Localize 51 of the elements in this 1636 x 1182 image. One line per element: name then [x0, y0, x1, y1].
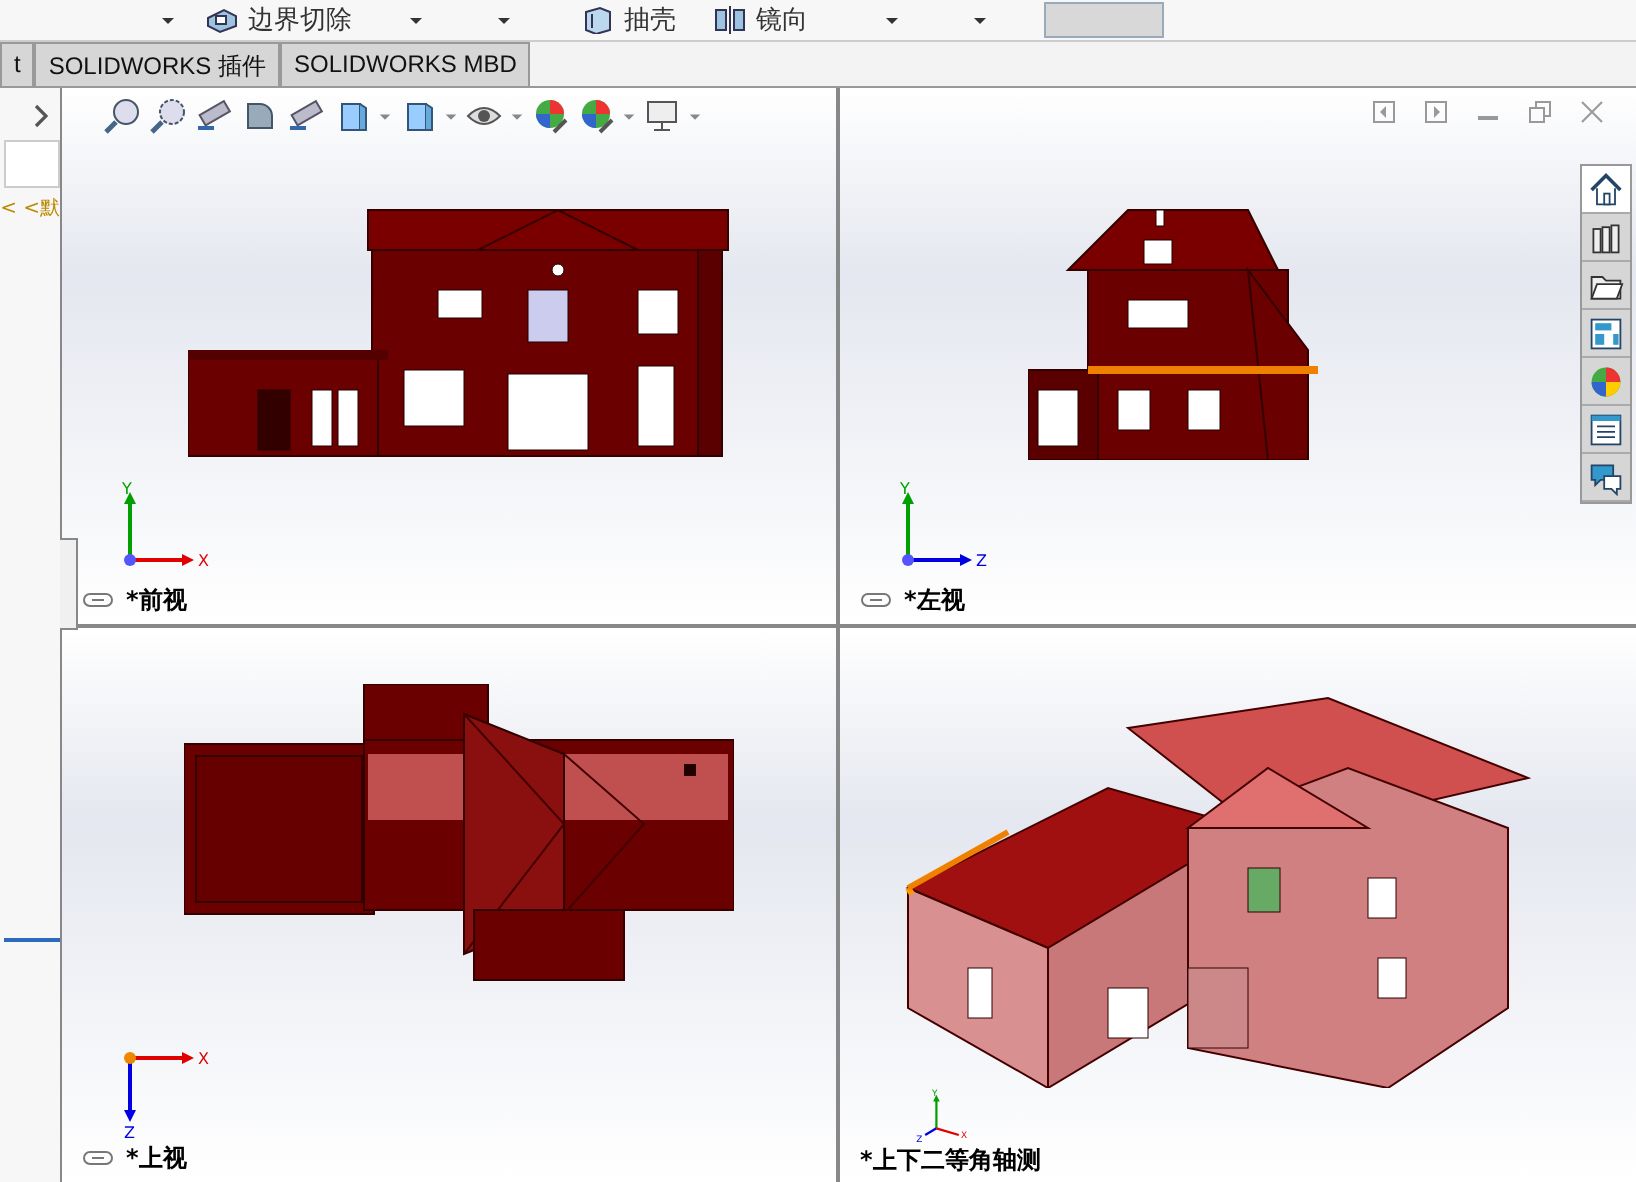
view-name: *左视	[904, 583, 965, 617]
ribbon-tab[interactable]: SOLIDWORKS MBD	[280, 42, 531, 86]
panel-layout-icon	[1588, 315, 1624, 351]
viewport[interactable]: Y X *前视	[62, 88, 836, 624]
task-pane-tab[interactable]	[1582, 454, 1630, 502]
configuration-text: < <默	[0, 196, 60, 222]
chevron-right-icon[interactable]	[32, 104, 48, 128]
next-panel-icon[interactable]	[1424, 100, 1448, 124]
view-name: *前视	[126, 583, 187, 617]
view-name: *上视	[126, 1141, 187, 1175]
filter-field[interactable]	[4, 140, 60, 188]
caret-icon[interactable]	[160, 15, 176, 25]
dashed-magnifier-icon[interactable]	[148, 96, 188, 136]
mirror-icon	[712, 6, 748, 34]
chain-link-icon[interactable]	[82, 1150, 114, 1166]
panel-splitter-handle[interactable]	[60, 538, 78, 630]
task-pane-tab[interactable]	[1582, 214, 1630, 262]
cut-block-icon	[204, 6, 240, 34]
previous-panel-icon[interactable]	[1372, 100, 1396, 124]
axis-triad-drawing: Y Z	[892, 480, 992, 580]
magnifier-icon[interactable]	[102, 96, 142, 136]
caret-icon[interactable]	[496, 15, 512, 25]
panel-divider-line	[4, 938, 60, 942]
house-icon	[1588, 171, 1624, 207]
close-icon[interactable]	[1580, 100, 1604, 124]
boundary-cut-button[interactable]: 边界切除	[196, 2, 360, 38]
restore-icon[interactable]	[1528, 100, 1552, 124]
task-pane-tab[interactable]	[1582, 310, 1630, 358]
axis-triad-drawing: Z X	[114, 1038, 214, 1138]
hollow-box-icon	[580, 6, 616, 34]
monitor-icon[interactable]	[642, 96, 682, 136]
axis-triad-drawing: Y X	[114, 480, 214, 580]
task-pane-tab[interactable]	[1582, 406, 1630, 454]
ribbon-tab[interactable]: SOLIDWORKS 插件	[34, 42, 281, 86]
caret-icon[interactable]	[408, 15, 424, 25]
speech-bubbles-icon	[1588, 459, 1624, 495]
list-icon	[1588, 411, 1624, 447]
task-pane-tab[interactable]	[1582, 166, 1630, 214]
task-pane-tab[interactable]	[1582, 262, 1630, 310]
chain-link-icon[interactable]	[860, 592, 892, 608]
chain-link-icon[interactable]	[82, 592, 114, 608]
color-ball-pencil-icon[interactable]	[530, 96, 570, 136]
ribbon-tab[interactable]: t	[0, 42, 35, 86]
shell-button[interactable]: 抽壳	[572, 2, 684, 38]
caret-icon[interactable]	[884, 15, 900, 25]
books-icon	[1588, 219, 1624, 255]
view-name: *上下二等角轴测	[860, 1144, 1041, 1178]
mirror-button[interactable]: 镜向	[704, 2, 816, 38]
viewport[interactable]: Z X *上视	[62, 628, 836, 1182]
viewport[interactable]: Y Z *左视	[840, 88, 1636, 624]
caret-icon[interactable]	[972, 15, 988, 25]
